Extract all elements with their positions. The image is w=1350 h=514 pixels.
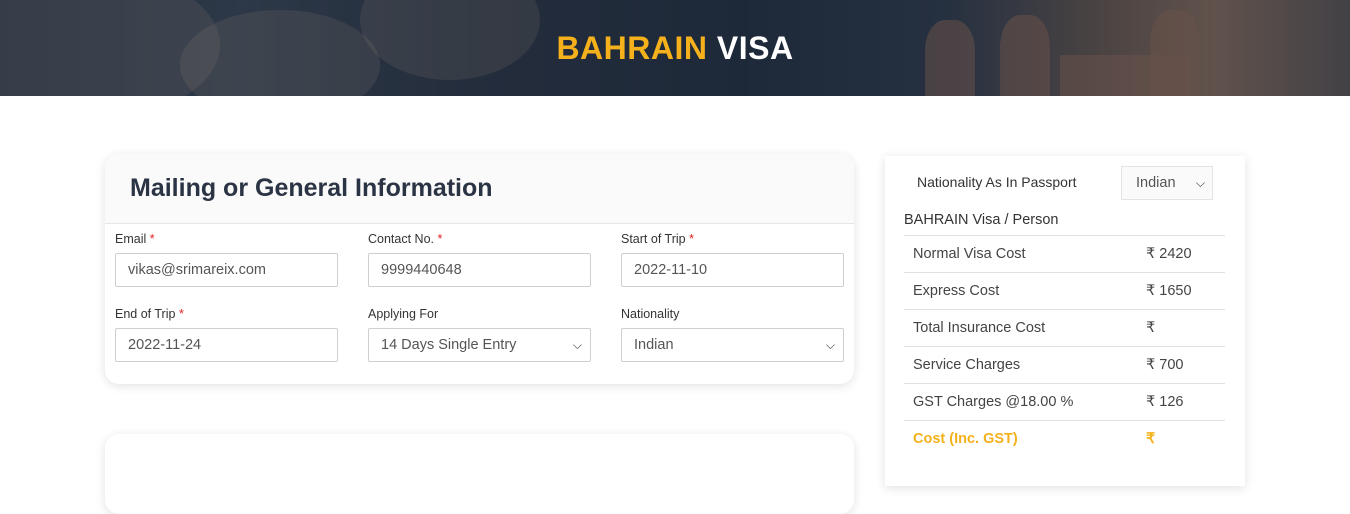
cost-row: Normal Visa Cost ₹ 2420 xyxy=(904,235,1225,272)
total-cost-label: Cost (Inc. GST) xyxy=(913,431,1018,447)
cost-summary-panel: Nationality As In Passport Indian ⌵ BAHR… xyxy=(885,156,1245,486)
cost-table: Normal Visa Cost ₹ 2420 Express Cost ₹ 1… xyxy=(904,235,1225,457)
cost-value: ₹ 126 xyxy=(1146,394,1184,410)
passport-nationality-select[interactable]: Indian ⌵ xyxy=(1121,166,1213,200)
applying-for-label: Applying For xyxy=(368,307,439,321)
chevron-down-icon: ⌵ xyxy=(1195,176,1205,190)
cost-label: Total Insurance Cost xyxy=(913,320,1046,336)
email-group: Email * vikas@srimareix.com xyxy=(115,232,338,287)
total-cost-row: Cost (Inc. GST) ₹ xyxy=(904,420,1225,457)
end-trip-group: End of Trip * 2022-11-24 xyxy=(115,307,338,362)
visa-per-person-heading: BAHRAIN Visa / Person xyxy=(904,212,1059,228)
start-trip-group: Start of Trip * 2022-11-10 xyxy=(621,232,844,287)
end-trip-field[interactable]: 2022-11-24 xyxy=(115,328,338,362)
applying-for-select[interactable]: 14 Days Single Entry ⌵ xyxy=(368,328,591,362)
contact-label: Contact No. * xyxy=(368,232,443,246)
cost-label: GST Charges @18.00 % xyxy=(913,394,1074,410)
cost-value: ₹ 700 xyxy=(1146,357,1184,373)
cost-label: Service Charges xyxy=(913,357,1021,373)
start-trip-label: Start of Trip * xyxy=(621,232,694,246)
title-accent: BAHRAIN xyxy=(556,30,708,66)
nationality-label: Nationality xyxy=(621,307,680,321)
cost-value: ₹ 1650 xyxy=(1146,283,1192,299)
start-trip-field[interactable]: 2022-11-10 xyxy=(621,253,844,287)
page-title: BAHRAIN VISA xyxy=(0,30,1350,67)
email-label: Email * xyxy=(115,232,155,246)
hero-banner: BAHRAIN VISA xyxy=(0,0,1350,96)
mailing-card-header: Mailing or General Information xyxy=(105,154,854,224)
end-trip-label: End of Trip * xyxy=(115,307,184,321)
cost-row: GST Charges @18.00 % ₹ 126 xyxy=(904,383,1225,420)
chevron-down-icon: ⌵ xyxy=(572,338,582,352)
nationality-select[interactable]: Indian ⌵ xyxy=(621,328,844,362)
total-cost-value: ₹ xyxy=(1146,431,1156,447)
contact-group: Contact No. * 9999440648 xyxy=(368,232,591,287)
cost-label: Express Cost xyxy=(913,283,1000,299)
cost-row: Total Insurance Cost ₹ xyxy=(904,309,1225,346)
secondary-card xyxy=(105,434,854,514)
contact-field[interactable]: 9999440648 xyxy=(368,253,591,287)
passport-nationality-label: Nationality As In Passport xyxy=(917,174,1077,190)
mailing-title: Mailing or General Information xyxy=(130,174,493,202)
nationality-group: Nationality Indian ⌵ xyxy=(621,307,844,362)
cost-row: Express Cost ₹ 1650 xyxy=(904,272,1225,309)
chevron-down-icon: ⌵ xyxy=(825,338,835,352)
cost-row: Service Charges ₹ 700 xyxy=(904,346,1225,383)
mailing-form-card: Mailing or General Information Email * v… xyxy=(105,154,854,384)
title-rest: VISA xyxy=(716,30,794,66)
cost-value: ₹ 2420 xyxy=(1146,246,1192,262)
cost-label: Normal Visa Cost xyxy=(913,246,1026,262)
applying-for-group: Applying For 14 Days Single Entry ⌵ xyxy=(368,307,591,362)
email-field[interactable]: vikas@srimareix.com xyxy=(115,253,338,287)
cost-value: ₹ xyxy=(1146,320,1156,336)
